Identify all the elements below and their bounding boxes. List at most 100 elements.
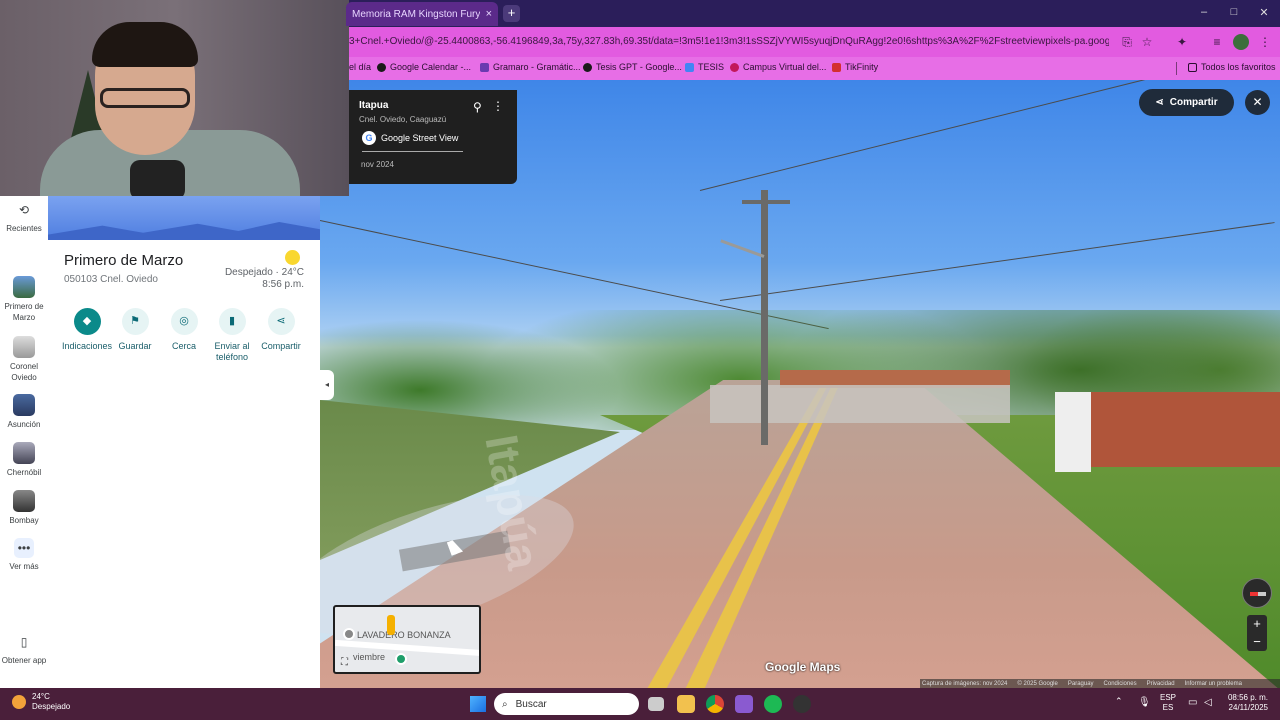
phone-icon: ▯ [20,635,28,649]
bookmark-star-icon[interactable]: ☆ [1139,34,1155,50]
rail-item-chernobil[interactable]: Chernóbil [0,442,48,478]
new-tab-button[interactable]: + [503,5,520,22]
footer-copyright: © 2025 Google [1017,680,1058,687]
share-place-button[interactable]: ⋖ Compartir [255,308,307,352]
spotify-icon[interactable] [764,695,782,713]
rail-label: Recientes [6,224,42,233]
minimap[interactable]: LAVADERO BONANZA viembre ⛶ [333,605,481,674]
rail-item-ver-mas[interactable]: ••• Ver más [0,538,48,572]
sun-icon [285,250,300,265]
chrome-icon[interactable] [706,695,724,713]
action-label: Cerca [171,341,196,351]
bookmark-item[interactable]: Tesis GPT - Google... [583,62,682,72]
language-indicator[interactable]: ESP ES [1160,693,1176,713]
compass-icon[interactable] [1242,578,1272,608]
bookmark-label: Gramaro - Gramátic... [493,62,581,72]
bookmark-item[interactable]: TESIS [685,62,724,72]
place-title: Primero de Marzo [64,252,184,269]
more-icon: ••• [14,538,34,558]
bookmark-item[interactable]: TikFinity [832,62,878,72]
nearby-button[interactable]: ◎ Cerca [158,308,210,352]
maximize-button[interactable]: □ [1227,6,1241,18]
volume-icon[interactable]: ◁ [1204,697,1212,708]
minimap-green-pin[interactable] [395,653,407,665]
collapse-panel-button[interactable]: ◂ [320,370,334,400]
install-icon[interactable]: ⎘ [1119,34,1135,50]
street-view-brand: G Google Street View [362,131,458,145]
bookmark-separator [1176,62,1177,75]
close-window-button[interactable]: ✕ [1257,6,1271,19]
footer-report[interactable]: Informar un problema [1185,681,1242,687]
tab-active[interactable]: Memoria RAM Kingston Fury R × [346,2,498,26]
place-banner-image [48,196,320,240]
footer-country[interactable]: Paraguay [1068,681,1094,687]
compass-needle [1250,592,1266,596]
share-button[interactable]: ⋖ Compartir [1139,89,1234,116]
bookmark-item[interactable]: Campus Virtual del... [730,62,826,72]
more-options-icon[interactable]: ⋮ [492,99,504,113]
rail-item-bombay[interactable]: Bombay [0,490,48,526]
send-to-phone-button[interactable]: ▮ Enviar al teléfono [206,308,258,363]
drive-icon [685,62,694,72]
bookmarks-bar: el día Google Calendar -... Gramaro - Gr… [349,57,1280,80]
microphone-icon[interactable]: 🎙 [1138,697,1151,708]
bookmark-item[interactable]: Gramaro - Gramátic... [480,62,581,72]
windows-start-icon[interactable] [470,696,486,712]
rail-label: Asunción [7,420,41,429]
weather-condition: Despejado [32,702,71,711]
wall-post [1055,392,1091,472]
rail-item-recientes[interactable]: ⟲ Recientes [0,200,48,234]
zoom-out-button[interactable]: − [1247,633,1267,651]
map-footer: Captura de imágenes: nov 2024 © 2025 Goo… [920,679,1280,688]
phone-send-icon: ▮ [218,308,246,335]
microphone [130,160,185,196]
action-label: Guardar [118,341,152,351]
minimize-button[interactable]: – [1197,6,1211,18]
pegman-icon[interactable] [387,615,395,635]
taskbar-clock[interactable]: 08:56 p. m. 24/11/2025 [1228,693,1268,713]
chevron-up-icon[interactable]: ⌃ [1115,696,1123,707]
tab-strip: Memoria RAM Kingston Fury R × + – □ ✕ [346,0,1280,27]
tab-title: Memoria RAM Kingston Fury R [352,8,480,20]
power-line [719,222,1275,301]
rail-item-primero-de-marzo[interactable]: Primero de Marzo [0,276,48,323]
system-tray[interactable]: ⌃ [1115,696,1123,707]
obs-icon[interactable] [793,695,811,713]
bookmark-label: TESIS [698,62,725,72]
clock-date: 24/11/2025 [1228,703,1268,712]
taskbar-weather[interactable]: 24°C Despejado [12,692,70,712]
expand-icon[interactable]: ⛶ [341,657,348,668]
rail-item-asuncion[interactable]: Asunción [0,394,48,430]
footer-privacy[interactable]: Privacidad [1147,681,1175,687]
visual-studio-icon[interactable] [735,695,753,713]
media-icon[interactable]: ≡ [1209,34,1225,50]
rail-item-coronel-oviedo[interactable]: Coronel Oviedo [0,336,48,383]
tab-close-icon[interactable]: × [486,8,492,20]
clock-time: 08:56 p. m. [1227,693,1268,702]
save-button[interactable]: ⚑ Guardar [109,308,161,352]
footer-terms[interactable]: Condiciones [1104,681,1137,687]
taskbar-search[interactable]: ⌕ Buscar [494,693,639,715]
close-street-view-button[interactable]: ✕ [1245,90,1270,115]
url-field[interactable]: 3+Cnel.+Oviedo/@-25.4400863,-56.4196849,… [349,36,1109,47]
all-bookmarks-folder[interactable]: Todos los favoritos [1188,62,1276,72]
profile-avatar[interactable] [1233,34,1249,50]
share-label: Compartir [1169,97,1218,108]
bookmark-item[interactable]: Google Calendar -... [377,62,471,72]
action-label: Compartir [261,341,301,351]
search-placeholder: Buscar [515,698,547,710]
task-view-icon[interactable] [648,697,664,711]
zoom-in-button[interactable]: + [1247,615,1267,633]
utility-pole [761,190,768,445]
network-icon[interactable]: ▭ [1188,697,1197,708]
file-explorer-icon[interactable] [677,695,695,713]
rail-item-obtener-app[interactable]: ▯ Obtener app [0,632,48,666]
extensions-icon[interactable]: ✦ [1174,34,1190,50]
bookmark-item[interactable]: el día [349,62,371,72]
zoom-control: + − [1247,615,1267,651]
menu-icon[interactable]: ⋮ [1257,34,1273,50]
directions-button[interactable]: ◆ Indicaciones [61,308,113,352]
taskbar: 24°C Despejado ⌕ Buscar ⌃ ESP ES 🎙 ▭ ◁ 0… [0,688,1280,720]
minimap-place-pin[interactable] [343,628,355,640]
location-pin-icon[interactable]: ⚲ [473,100,482,114]
